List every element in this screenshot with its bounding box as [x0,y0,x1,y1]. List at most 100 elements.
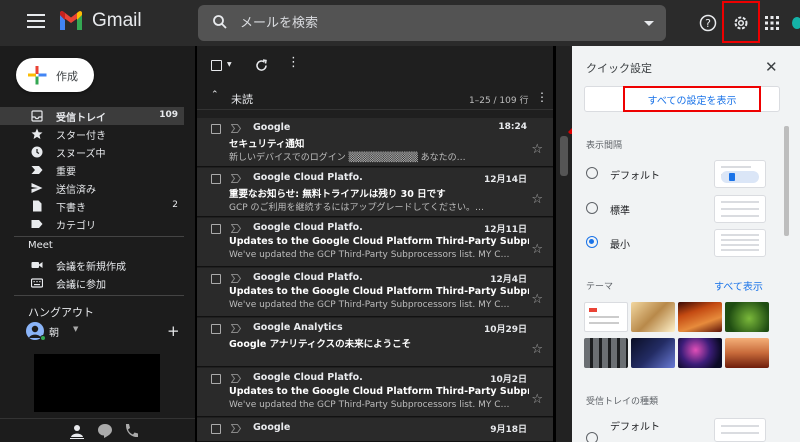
mail-row[interactable]: Google Cloud Platfo. 12月11日 Updates to t… [197,218,553,267]
gear-icon[interactable] [729,11,753,35]
svg-text:?: ? [705,17,711,30]
row-checkbox[interactable] [211,424,221,434]
chevron-down-icon[interactable]: ▼ [73,325,78,333]
unread-section-header[interactable]: ⌃ 未読 1–25 / 109 行 ⋮ [197,86,553,110]
compose-label: 作成 [56,70,78,83]
theme-canyon[interactable] [678,302,722,332]
search-box[interactable] [198,5,666,41]
row-sender: Google [253,122,291,133]
panel-scrollbar-thumb[interactable] [784,126,789,236]
refresh-icon[interactable] [255,59,268,72]
theme-label: テーマ [586,282,614,292]
importance-marker-icon[interactable] [231,174,241,183]
row-checkbox[interactable] [211,324,221,334]
section-menu-icon[interactable]: ⋮ [536,90,548,104]
label-important-icon [31,166,43,174]
close-icon[interactable]: ✕ [765,58,778,76]
sidebar-item-important[interactable]: 重要 [0,161,184,179]
row-date: 10月2日 [490,375,527,385]
see-all-settings-button[interactable]: すべての設定を表示 [623,86,761,112]
sidebar-item-starred[interactable]: スター付き [0,125,184,143]
theme-chess[interactable] [631,302,675,332]
theme-night[interactable] [631,338,675,368]
row-sender: Google Analytics [253,322,343,333]
row-subject: Updates to the Google Cloud Platform Thi… [229,286,529,297]
density-label: 表示間隔 [586,141,623,151]
inbox-type-radio-default[interactable] [586,432,598,442]
star-icon[interactable]: ☆ [531,192,543,207]
meet-join-meeting[interactable]: 会議に参加 [0,274,184,292]
density-preview-compact[interactable] [714,229,766,257]
add-hangout-icon[interactable]: + [167,322,180,340]
mail-row[interactable]: Google 18:24 セキュリティ通知 新しいデバイスでのログイン ▒▒▒▒… [197,118,553,167]
page-range: 1–25 / 109 行 [469,96,529,106]
row-checkbox[interactable] [211,274,221,284]
apps-grid-icon[interactable] [760,11,784,35]
theme-bubbles[interactable] [678,338,722,368]
collapse-icon[interactable]: ⌃ [211,90,219,100]
mail-row[interactable]: Google Cloud Platfo. 10月2日 Updates to th… [197,368,553,417]
left-sidebar: 作成 受信トレイ 109 スター付き スヌーズ中 重要 送信済み 下書き 2 カ… [0,46,195,442]
star-icon[interactable]: ☆ [531,242,543,257]
mail-row[interactable]: Google Cloud Platfo. 12月4日 Updates to th… [197,268,553,317]
row-checkbox[interactable] [211,174,221,184]
compose-button[interactable]: 作成 [16,58,94,92]
search-icon[interactable] [212,14,228,30]
importance-marker-icon[interactable] [231,124,241,133]
mail-row[interactable]: Google 9月18日 [197,418,553,442]
contacts-tab-icon[interactable] [68,423,86,439]
importance-marker-icon[interactable] [231,374,241,383]
theme-leaf[interactable] [725,302,769,332]
search-options-icon[interactable] [644,21,654,26]
select-all-checkbox[interactable] [211,60,222,71]
density-radio-comfortable[interactable] [586,202,598,214]
sidebar-item-inbox[interactable]: 受信トレイ 109 [0,107,184,125]
star-icon[interactable]: ☆ [531,292,543,307]
row-date: 9月18日 [490,425,527,435]
mail-row[interactable]: Google Analytics 10月29日 Google アナリティクスの未… [197,318,553,367]
row-checkbox[interactable] [211,124,221,134]
help-icon[interactable]: ? [696,11,720,35]
star-icon[interactable]: ☆ [531,142,543,157]
star-icon[interactable]: ☆ [531,342,543,357]
row-date: 10月29日 [483,325,527,335]
scrollbar-thumb[interactable] [560,136,568,176]
density-preview-default[interactable] [714,160,766,188]
divider [14,236,184,237]
meet-new-meeting[interactable]: 会議を新規作成 [0,256,184,274]
importance-marker-icon[interactable] [231,424,241,433]
inbox-type-preview[interactable] [714,418,766,442]
chat-tab-icon[interactable] [96,423,114,439]
row-checkbox[interactable] [211,374,221,384]
importance-marker-icon[interactable] [231,324,241,333]
sidebar-item-categories[interactable]: カテゴリ [0,215,184,233]
mail-row[interactable]: Google Cloud Platfo. 12月14日 重要なお知らせ: 無料ト… [197,168,553,217]
density-radio-default[interactable] [586,167,598,179]
sidebar-item-sent[interactable]: 送信済み [0,179,184,197]
sidebar-item-snoozed[interactable]: スヌーズ中 [0,143,184,161]
row-date: 12月4日 [490,275,527,285]
importance-marker-icon[interactable] [231,224,241,233]
row-checkbox[interactable] [211,224,221,234]
theme-default[interactable] [584,302,628,332]
all-settings-box: すべての設定を表示 [584,86,780,112]
main-menu-icon[interactable] [27,14,45,30]
importance-marker-icon[interactable] [231,274,241,283]
density-preview-comfortable[interactable] [714,195,766,223]
account-avatar[interactable] [792,17,800,29]
phone-tab-icon[interactable] [122,423,140,439]
search-input[interactable] [240,5,630,41]
star-icon[interactable]: ☆ [531,392,543,407]
hangouts-footer [0,418,195,442]
density-radio-compact[interactable] [586,236,598,248]
sidebar-item-drafts[interactable]: 下書き 2 [0,197,184,215]
unread-count: 109 [159,110,178,120]
gmail-logo[interactable]: Gmail [58,10,142,32]
theme-pipes[interactable] [584,338,628,368]
more-options-icon[interactable]: ⋮ [287,56,300,70]
theme-show-all-link[interactable]: すべて表示 [714,278,763,293]
theme-desert[interactable] [725,338,769,368]
hangouts-avatar[interactable] [26,322,46,341]
row-sender: Google Cloud Platfo. [253,222,363,233]
select-dropdown-icon[interactable]: ▼ [227,61,232,68]
